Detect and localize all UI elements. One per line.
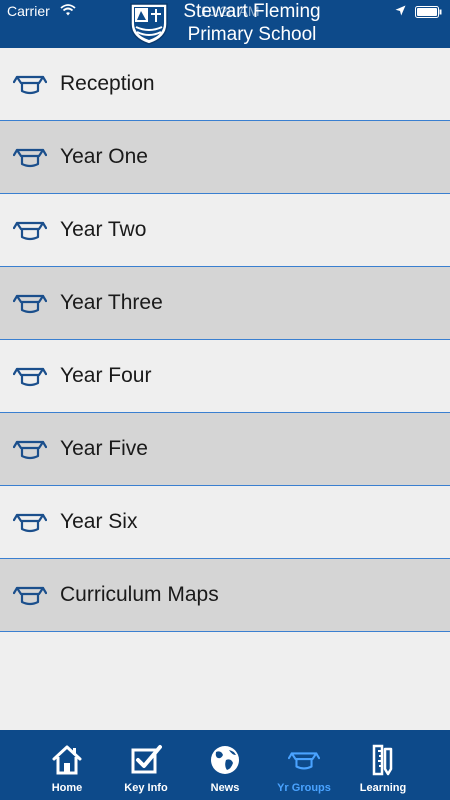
- list-item-year-three[interactable]: Year Three: [0, 267, 450, 340]
- list-item-label: Reception: [60, 72, 155, 95]
- tab-yr-groups[interactable]: Yr Groups: [264, 730, 344, 800]
- tab-label-learning: Learning: [359, 782, 407, 794]
- house-icon: [52, 745, 82, 775]
- list-item-label: Year Four: [60, 364, 152, 387]
- graduation-cap-icon: [13, 583, 47, 607]
- graduation-cap-icon: [288, 744, 320, 776]
- list-item-year-five[interactable]: Year Five: [0, 413, 450, 486]
- school-name-line1: Stewart Fleming: [183, 1, 321, 22]
- list-item-reception[interactable]: Reception: [0, 48, 450, 121]
- list-item-label: Year Two: [60, 218, 147, 241]
- graduation-cap-icon: [13, 291, 47, 315]
- list-item-curriculum-maps[interactable]: Curriculum Maps: [0, 559, 450, 632]
- year-group-list: Reception Year One Year Two Year Three Y…: [0, 48, 450, 632]
- list-item-label: Year Six: [60, 510, 138, 533]
- battery-icon: [415, 6, 442, 18]
- tab-bar: Home Key Info News Yr Groups Learning: [0, 730, 450, 800]
- tab-label-key-info: Key Info: [124, 782, 168, 794]
- graduation-cap-icon: [13, 364, 47, 388]
- school-name-line2: Primary School: [187, 24, 317, 45]
- ruler-pencil-icon: [372, 744, 393, 776]
- carrier-label: Carrier: [7, 3, 50, 19]
- list-item-year-two[interactable]: Year Two: [0, 194, 450, 267]
- tab-key-info[interactable]: Key Info: [106, 730, 186, 800]
- tab-label-news: News: [210, 782, 240, 794]
- list-item-year-six[interactable]: Year Six: [0, 486, 450, 559]
- graduation-cap-icon: [13, 510, 47, 534]
- list-item-label: Year One: [60, 145, 148, 168]
- graduation-cap-icon: [13, 145, 47, 169]
- list-item-year-one[interactable]: Year One: [0, 121, 450, 194]
- location-arrow-icon: [395, 5, 406, 16]
- list-item-label: Year Five: [60, 437, 148, 460]
- list-item-label: Curriculum Maps: [60, 583, 219, 606]
- list-item-label: Year Three: [60, 291, 163, 314]
- wifi-icon: [60, 4, 76, 16]
- school-crest-icon: [130, 3, 168, 45]
- tab-learning[interactable]: Learning: [343, 730, 423, 800]
- school-name: Stewart Fleming Primary School: [172, 0, 332, 46]
- list-item-year-four[interactable]: Year Four: [0, 340, 450, 413]
- app-header: Carrier 10:28 AM Stewart Fleming Primary…: [0, 0, 450, 48]
- tab-label-yr-groups: Yr Groups: [277, 782, 331, 794]
- globe-icon: [211, 746, 239, 774]
- tab-home[interactable]: Home: [27, 730, 107, 800]
- checkbox-icon: [131, 745, 162, 774]
- tab-label-home: Home: [51, 782, 83, 794]
- graduation-cap-icon: [13, 437, 47, 461]
- graduation-cap-icon: [13, 72, 47, 96]
- tab-news[interactable]: News: [185, 730, 265, 800]
- graduation-cap-icon: [13, 218, 47, 242]
